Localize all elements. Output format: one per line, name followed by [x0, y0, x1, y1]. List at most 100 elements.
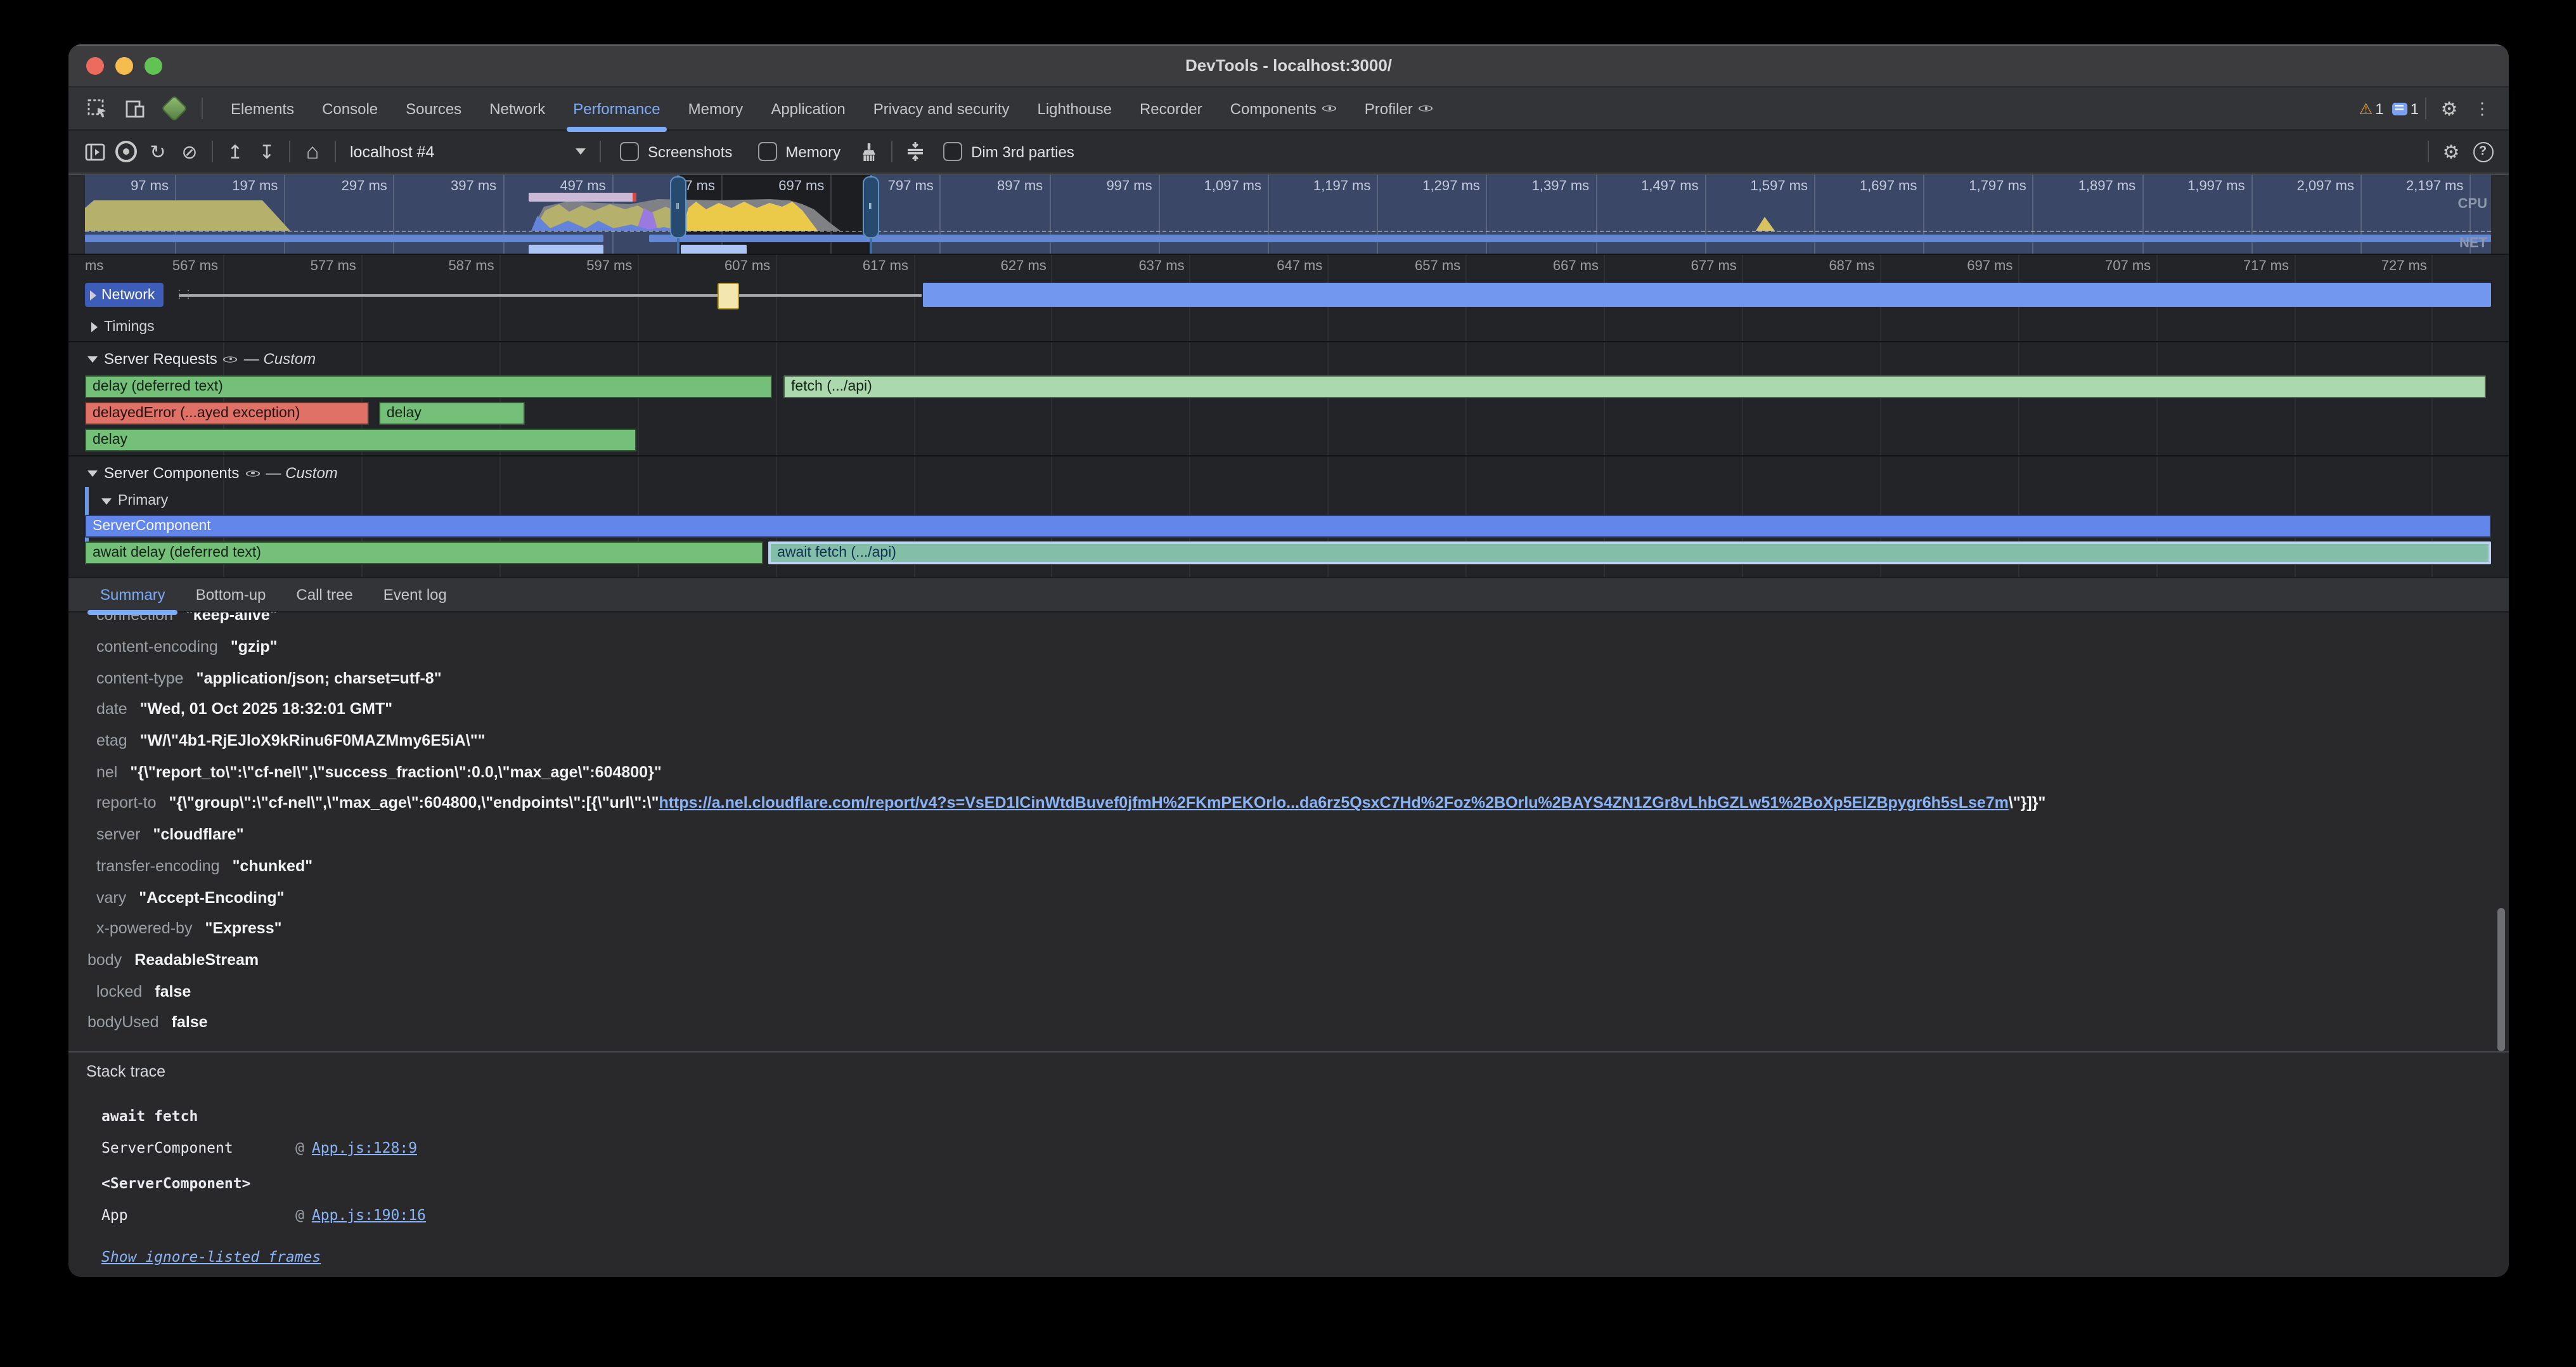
summary-value: "keep-alive" — [186, 612, 278, 625]
bottom-tab-call-tree[interactable]: Call tree — [281, 578, 368, 611]
report-to-link[interactable]: https://a.nel.cloudflare.com/report/v4?s… — [659, 794, 2008, 812]
network-overview-segment — [648, 235, 2491, 242]
home-live-metrics-icon[interactable]: ⌂ — [297, 136, 328, 167]
network-request-whisker — [179, 294, 922, 297]
ruler-label: 677 ms — [1635, 259, 1737, 274]
tab-privacy-and-security[interactable]: Privacy and security — [860, 87, 1024, 129]
performance-toolbar: ↻ ⊘ ↥ ↧ ⌂ localhost #4 Screenshots Memor… — [68, 131, 2509, 174]
track-timings[interactable]: Timings — [85, 312, 2491, 341]
show-ignore-listed-frames-link[interactable]: Show ignore-listed frames — [101, 1248, 321, 1266]
summary-key: transfer-encoding — [96, 857, 220, 875]
source-location-link[interactable]: App.js:128:9 — [312, 1139, 417, 1156]
summary-key: bodyUsed — [87, 1014, 159, 1032]
track-drag-handle[interactable]: ⋮⋮ — [174, 288, 191, 302]
bottom-tab-bottom-up[interactable]: Bottom-up — [181, 578, 281, 611]
clear-recording-button[interactable]: ⊘ — [174, 136, 205, 167]
summary-value: "chunked" — [233, 857, 313, 875]
track-divider — [68, 455, 2509, 457]
source-location-link[interactable]: App.js:190:16 — [312, 1206, 426, 1224]
track-server-components-header[interactable]: Server Components — Custom — [85, 460, 2491, 486]
stack-frame-await-fetch: await fetch — [101, 1103, 295, 1129]
titlebar: DevTools - localhost:3000/ — [68, 44, 2509, 87]
flamechart-content: ms567 ms577 ms587 ms597 ms607 ms617 ms62… — [85, 255, 2491, 577]
summary-row-nel: nel"{\"report_to\":\"cf-nel\",\"success_… — [68, 756, 2509, 787]
help-icon[interactable]: ? — [2467, 136, 2499, 167]
ruler-label: 577 ms — [255, 259, 356, 274]
network-track-header[interactable]: Network — [85, 283, 164, 307]
scrollbar-thumb[interactable] — [2497, 908, 2505, 1051]
node-icon[interactable] — [157, 93, 190, 124]
cpu-activity-chart — [85, 189, 2491, 231]
flame-bar-fetch-api[interactable]: fetch (.../api) — [783, 375, 2486, 398]
cpu-lane-label: CPU — [2458, 197, 2487, 212]
ruler-label: 627 ms — [945, 259, 1046, 274]
selection-left-handle[interactable]: ‖ — [670, 176, 686, 238]
ruler-label: 567 ms — [117, 259, 218, 274]
inspect-element-icon[interactable] — [81, 93, 114, 124]
tab-performance[interactable]: Performance — [559, 87, 674, 129]
toggle-sidebar-icon[interactable] — [79, 136, 110, 167]
profile-select[interactable]: localhost #4 — [350, 143, 586, 160]
flame-bar-delay-deferred-text[interactable]: delay (deferred text) — [85, 375, 772, 398]
stack-frame-app: App@App.js:190:16 — [101, 1202, 426, 1228]
track-server-requests-header[interactable]: Server Requests — Custom — [85, 346, 2491, 372]
tabbar-left-icons — [68, 87, 217, 129]
tab-console[interactable]: Console — [308, 87, 392, 129]
tab-elements[interactable]: Elements — [217, 87, 308, 129]
tab-profiler[interactable]: Profiler — [1351, 87, 1447, 129]
record-button[interactable] — [110, 136, 142, 167]
tab-network[interactable]: Network — [475, 87, 559, 129]
flame-bar-servercomponent[interactable]: ServerComponent — [85, 515, 2491, 538]
more-options-kebab-icon[interactable]: ⋮ — [2466, 93, 2499, 124]
tab-memory[interactable]: Memory — [674, 87, 757, 129]
reload-and-record-button[interactable]: ↻ — [142, 136, 174, 167]
tab-recorder[interactable]: Recorder — [1126, 87, 1216, 129]
performance-settings-gear-icon[interactable]: ⚙ — [2435, 136, 2467, 167]
ruler-label: 727 ms — [2326, 259, 2427, 274]
collect-garbage-icon[interactable] — [853, 136, 885, 167]
timeline-overview: 97 ms197 ms297 ms397 ms497 ms597 ms697 m… — [68, 174, 2509, 254]
messages-badge[interactable]: 1 — [2393, 100, 2419, 117]
network-request-chip[interactable] — [718, 283, 739, 309]
bottom-tab-event-log[interactable]: Event log — [368, 578, 462, 611]
settings-gear-icon[interactable]: ⚙ — [2433, 93, 2466, 124]
timeline-overview-content[interactable]: 97 ms197 ms297 ms397 ms497 ms597 ms697 m… — [85, 175, 2491, 254]
warnings-badge[interactable]: ⚠1 — [2359, 100, 2384, 117]
ruler-label: 657 ms — [1359, 259, 1460, 274]
bottom-tab-summary[interactable]: Summary — [85, 578, 181, 611]
tab-components[interactable]: Components — [1216, 87, 1351, 129]
device-toolbar-icon[interactable] — [119, 93, 152, 124]
checkbox-icon — [757, 142, 776, 161]
selected-tab-underline — [567, 127, 666, 132]
tab-application[interactable]: Application — [757, 87, 859, 129]
profile-select-value: localhost #4 — [350, 143, 434, 160]
summary-row-server: server"cloudflare" — [68, 819, 2509, 850]
summary-row-vary: vary"Accept-Encoding" — [68, 881, 2509, 912]
summary-value: "W/\"4b1-RjEJloX9kRinu6F0MAZMmy6E5iA\"" — [140, 732, 486, 749]
flame-bar-delayederror-ayed-exception[interactable]: delayedError (...ayed exception) — [85, 402, 369, 425]
selection-right-handle[interactable]: ‖ — [863, 176, 879, 238]
group-primary[interactable]: Primary — [85, 489, 2491, 512]
download-profile-icon[interactable]: ↧ — [251, 136, 283, 167]
flame-bar-await-fetch-api[interactable]: await fetch (.../api) — [768, 541, 2491, 564]
upload-profile-icon[interactable]: ↥ — [219, 136, 251, 167]
flame-bar-await-delay-deferred-text[interactable]: await delay (deferred text) — [85, 541, 763, 564]
tab-sources[interactable]: Sources — [392, 87, 475, 129]
summary-key: locked — [96, 982, 142, 1000]
summary-row-date: date"Wed, 01 Oct 2025 18:32:01 GMT" — [68, 694, 2509, 725]
flame-bar-delay[interactable]: delay — [379, 402, 525, 425]
dim-3rd-parties-checkbox[interactable]: Dim 3rd parties — [943, 142, 1074, 161]
throttling-icon[interactable] — [899, 136, 931, 167]
memory-checkbox[interactable]: Memory — [757, 142, 840, 161]
screenshots-checkbox[interactable]: Screenshots — [620, 142, 732, 161]
ruler-label: 597 ms — [531, 259, 632, 274]
network-request-bar[interactable] — [922, 283, 2491, 307]
network-overview-segment — [85, 235, 603, 242]
summary-row-content-type: content-type"application/json; charset=u… — [68, 663, 2509, 694]
flame-bar-delay[interactable]: delay — [85, 429, 636, 451]
disclosure-triangle-icon — [87, 470, 98, 476]
summary-row-body: bodyReadableStream — [68, 944, 2509, 975]
summary-value: false — [172, 1014, 208, 1032]
tab-lighthouse[interactable]: Lighthouse — [1024, 87, 1126, 129]
warning-icon: ⚠ — [2359, 100, 2373, 117]
